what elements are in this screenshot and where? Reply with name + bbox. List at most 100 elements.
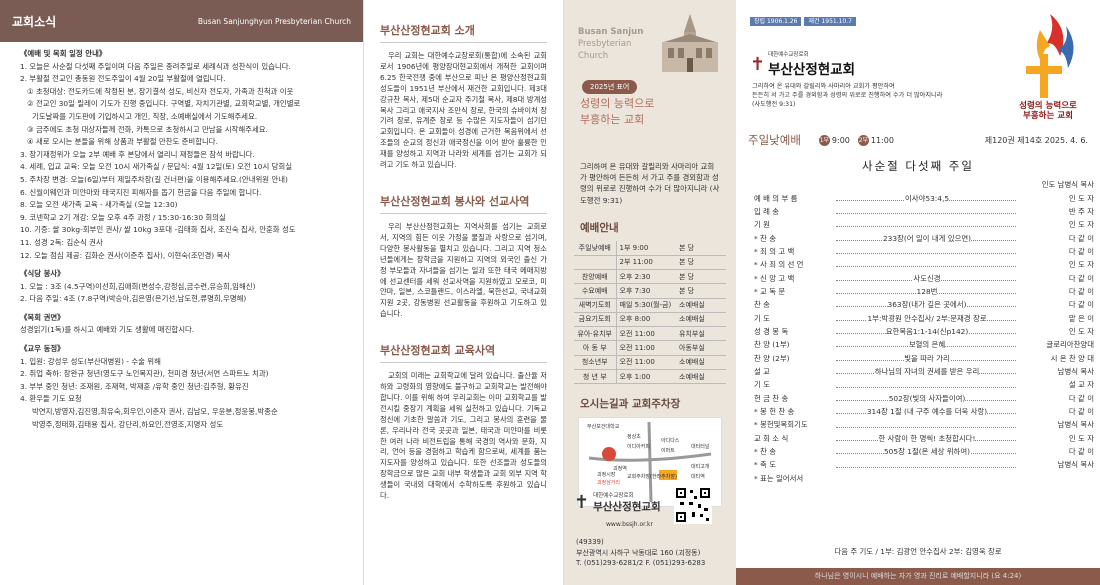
worship-order-cell: * 사 죄 의 선 언 [754, 260, 804, 270]
education-text: 교회의 미래는 교회학교에 달려 있습니다. 출산율 저하와 고령화의 영향에도… [380, 371, 547, 501]
worship-order-cell: 기 도 [754, 313, 770, 323]
news-line: 《교우 동정》 [20, 344, 65, 354]
worship-cell: 1부 9:00 [616, 240, 676, 256]
map-label: 교회주차장(한라주차장) [627, 473, 677, 480]
worship-order-cell: 다 같 이 [1068, 233, 1094, 243]
intro-heading: 부산산정현교회 소개 [380, 22, 547, 43]
worship-cell: 오후 8:00 [616, 312, 676, 328]
news-line: 1. 오늘은 사순절 다섯째 주일이며 다음 주일은 종려주일로 세례식과 성찬… [20, 61, 291, 71]
worship-row: 주일낮예배 1부 9:00 본 당 [574, 240, 726, 256]
leader-line: 인도 남병식 목사 [1041, 180, 1094, 190]
church-logo: ✝ 대한예수교장로회 부산산정현교회 [574, 492, 661, 513]
news-line: 1. 입원: 강성우 성도(부산대병원) - 수술 위해 [20, 356, 161, 366]
website-link[interactable]: www.bssjh.or.kr [606, 521, 653, 528]
map-label: 정상초 [627, 433, 641, 440]
worship-order-cell: 인 도 자 [1068, 326, 1094, 336]
worship-order-cell: * 교 독 문 [754, 286, 786, 296]
worship-cell: 오전 11:00 [616, 355, 676, 370]
worship-order-cell: 다 같 이 [1068, 273, 1094, 283]
worship-order-cell: * 찬 송 [754, 233, 776, 243]
worship-row: 찬양예배 오후 2:30 본 당 [574, 269, 726, 285]
worship-schedule-table: 주일낮예배 1부 9:00 본 당 2부 11:00 본 당 찬양예배 오후 2:30 본 당… [574, 240, 726, 385]
news-line: 2. 부활절 전교인 총동원 전도주일이 4월 20일 부활절에 열립니다. [20, 74, 226, 84]
worship-cell: 오후 7:30 [616, 283, 676, 299]
worship-order-cell: 사도신경 [913, 273, 941, 283]
worship-cell: 매일 5:30(월-금) [616, 298, 676, 313]
news-line: 12. 오늘 점심 제공: 김화순 권사(이준주 집사), 이현숙(조민경) 목… [20, 250, 231, 260]
map-label: 괴정삼거리 [597, 479, 620, 486]
worship-order-cell: 505장 1절(온 세상 위하여) [883, 447, 971, 457]
worship-order-row: 설 교 하나님의 자녀의 권세를 받은 우리 남병식 목사 [754, 365, 1094, 378]
worship-order-cell: 입 례 송 [754, 206, 780, 216]
worship-order-cell: * 봉헌및목회기도 [754, 420, 808, 430]
worship-order-cell: 시 온 찬 양 대 [1050, 353, 1094, 363]
worship-cell: 아동부실 [676, 340, 726, 356]
worship-order-cell: 363장(내가 깊은 곳에서) [887, 300, 967, 310]
worship-row: 유아·유치부 오전 11:00 유치부실 [574, 326, 726, 342]
qr-code-image [674, 486, 712, 524]
news-line: 8. 오늘 오전 새가족 교육 - 새가족실 (오늘 12:30) [20, 200, 178, 210]
worship-order-cell: 예 배 의 부 름 [754, 193, 798, 203]
worship-order-row: 성 경 봉 독 요한복음1:1-14(신p142) 인 도 자 [754, 325, 1094, 338]
worship-order-row: * 찬 송 233장(어 일이 내게 있으면) 다 같 이 [754, 231, 1094, 244]
worship-order-cell: 인 도 자 [1068, 260, 1094, 270]
map-label: 이디아커피 [627, 443, 650, 450]
worship-order-row: 교 회 소 식 한 사람이 한 명씩! 초청합시다! 인 도 자 [754, 432, 1094, 445]
worship-cell: 금요기도회 [574, 312, 617, 328]
worship-order-row: * 표는 일어서서 [754, 472, 1094, 485]
worship-row: 수요예배 오후 7:30 본 당 [574, 283, 726, 299]
worship-row: 청소년부 오전 11:00 소예배실 [574, 355, 726, 370]
worship-cell: 본 당 [676, 269, 726, 285]
worship-order-cell: * 축 도 [754, 460, 776, 470]
worship-order-cell: 233장(어 일이 내게 있으면) [882, 233, 972, 243]
worship-order-cell: 찬 양 (2부) [754, 353, 790, 363]
news-line: 《식당 봉사》 [20, 269, 65, 279]
header-verse: 그리하여 온 유대와 갈릴리와 사마리아 교회가 평안하여 든든히 서 가고 주… [752, 83, 943, 108]
svg-text:성령의 능력으로: 성령의 능력으로 [1019, 100, 1077, 111]
service-2-time: 11:00 [870, 135, 894, 145]
worship-cell [574, 255, 617, 270]
worship-order-cell: 성 경 봉 독 [754, 326, 789, 336]
news-line: 박영주,정태화,김태용 집사, 강단리,하요인,전영조,지명자 성도 [32, 419, 224, 429]
worship-order-cell: 하나님의 자녀의 권세를 받은 우리 [874, 366, 980, 376]
worship-cell: 유치부실 [676, 326, 726, 342]
news-line: 3. 장기재정위가 오늘 2부 예배 후 본당에서 열리니 재정들은 참석 바랍… [20, 149, 255, 159]
worship-order-row: * 죄 의 고 백 다 같 이 [754, 245, 1094, 258]
church-news-panel: 교회소식 Busan Sanjunghyun Presbyterian Chur… [0, 0, 364, 585]
cross-icon: ✝ [750, 53, 766, 75]
news-line: 4. 세례, 입교 교육: 오늘 오전 10시 새가족실 / 문답식: 4월 1… [20, 162, 293, 172]
worship-order-row: 헌 금 찬 송 502장(빛의 사자들이여) 다 같 이 [754, 392, 1094, 405]
worship-order-row: 기 도 1부:박광원 안수집사/ 2부:문재경 장로 맡 은 이 [754, 311, 1094, 324]
worship-order-cell: 다 같 이 [1068, 447, 1094, 457]
worship-order-cell: 남병식 목사 [1057, 366, 1094, 376]
sunday-title: 사순절 다섯째 주일 [862, 159, 974, 173]
worship-order-cell: 다 같 이 [1068, 407, 1094, 417]
worship-order-cell: 502장(빛의 사자들이여) [888, 393, 966, 403]
worship-order-cell: 한 사람이 한 명씩! 초청합시다! [878, 433, 976, 443]
worship-order-list: 인도 남병식 목사 예 배 의 부 름 이사야53:4,5 인 도 자입 례 송반 … [754, 178, 1094, 485]
worship-order-row: * 교 독 문 128번 다 같 이 [754, 285, 1094, 298]
intro-text: 우리 교회는 대한예수교장로회(통합)에 소속된 교회로서 1906년에 평양장… [380, 51, 547, 170]
directions-title: 오시는길과 교회주차장 [580, 398, 681, 411]
news-line: 6. 신월이웨인과 미얀마와 태국지진 피해자를 돕기 헌금을 다음 주일에 합… [20, 187, 262, 197]
worship-cell: 본 당 [676, 240, 726, 256]
service-heading: 부산산정현교회 봉사와 선교사역 [380, 193, 547, 214]
worship-times-bar: 주일낮예배 1부 9:00 2부 11:00 제120권 제14호 2025. 4.… [736, 128, 1100, 152]
worship-cell: 청소년부 [574, 355, 617, 370]
worship-order-cell: 인 도 자 [1068, 433, 1094, 443]
issue-info: 제120권 제14호 2025. 4. 6. [984, 135, 1088, 145]
worship-order-cell: 헌 금 찬 송 [754, 393, 789, 403]
map-label: 대티터널 [691, 443, 710, 450]
worship-order-row: 예 배 의 부 름 이사야53:4,5 인 도 자 [754, 191, 1094, 204]
worship-info-title: 예배안내 [580, 221, 619, 234]
worship-order-cell: 기 원 [754, 220, 770, 230]
worship-cell: 2부 11:00 [616, 255, 676, 270]
news-line: 3. 부부 중인 청년: 조재원, 조재혁, 박재훈 /유학 중인 청년:김주형… [20, 381, 249, 391]
worship-cell: 오전 11:00 [616, 326, 676, 342]
worship-order-cell: 찬 양 (1부) [754, 340, 790, 350]
flame-cross-logo: 성령의 능력으로 부흥하는 교회 [1019, 14, 1077, 120]
worship-order-row: 찬 송 363장(내가 깊은 곳에서) 다 같 이 [754, 298, 1094, 311]
worship-row: 2부 11:00 본 당 [574, 255, 726, 270]
news-header: 교회소식 Busan Sanjunghyun Presbyterian Chur… [0, 0, 363, 42]
worship-row: 청 년 부 오후 1:00 소예배실 [574, 369, 726, 385]
